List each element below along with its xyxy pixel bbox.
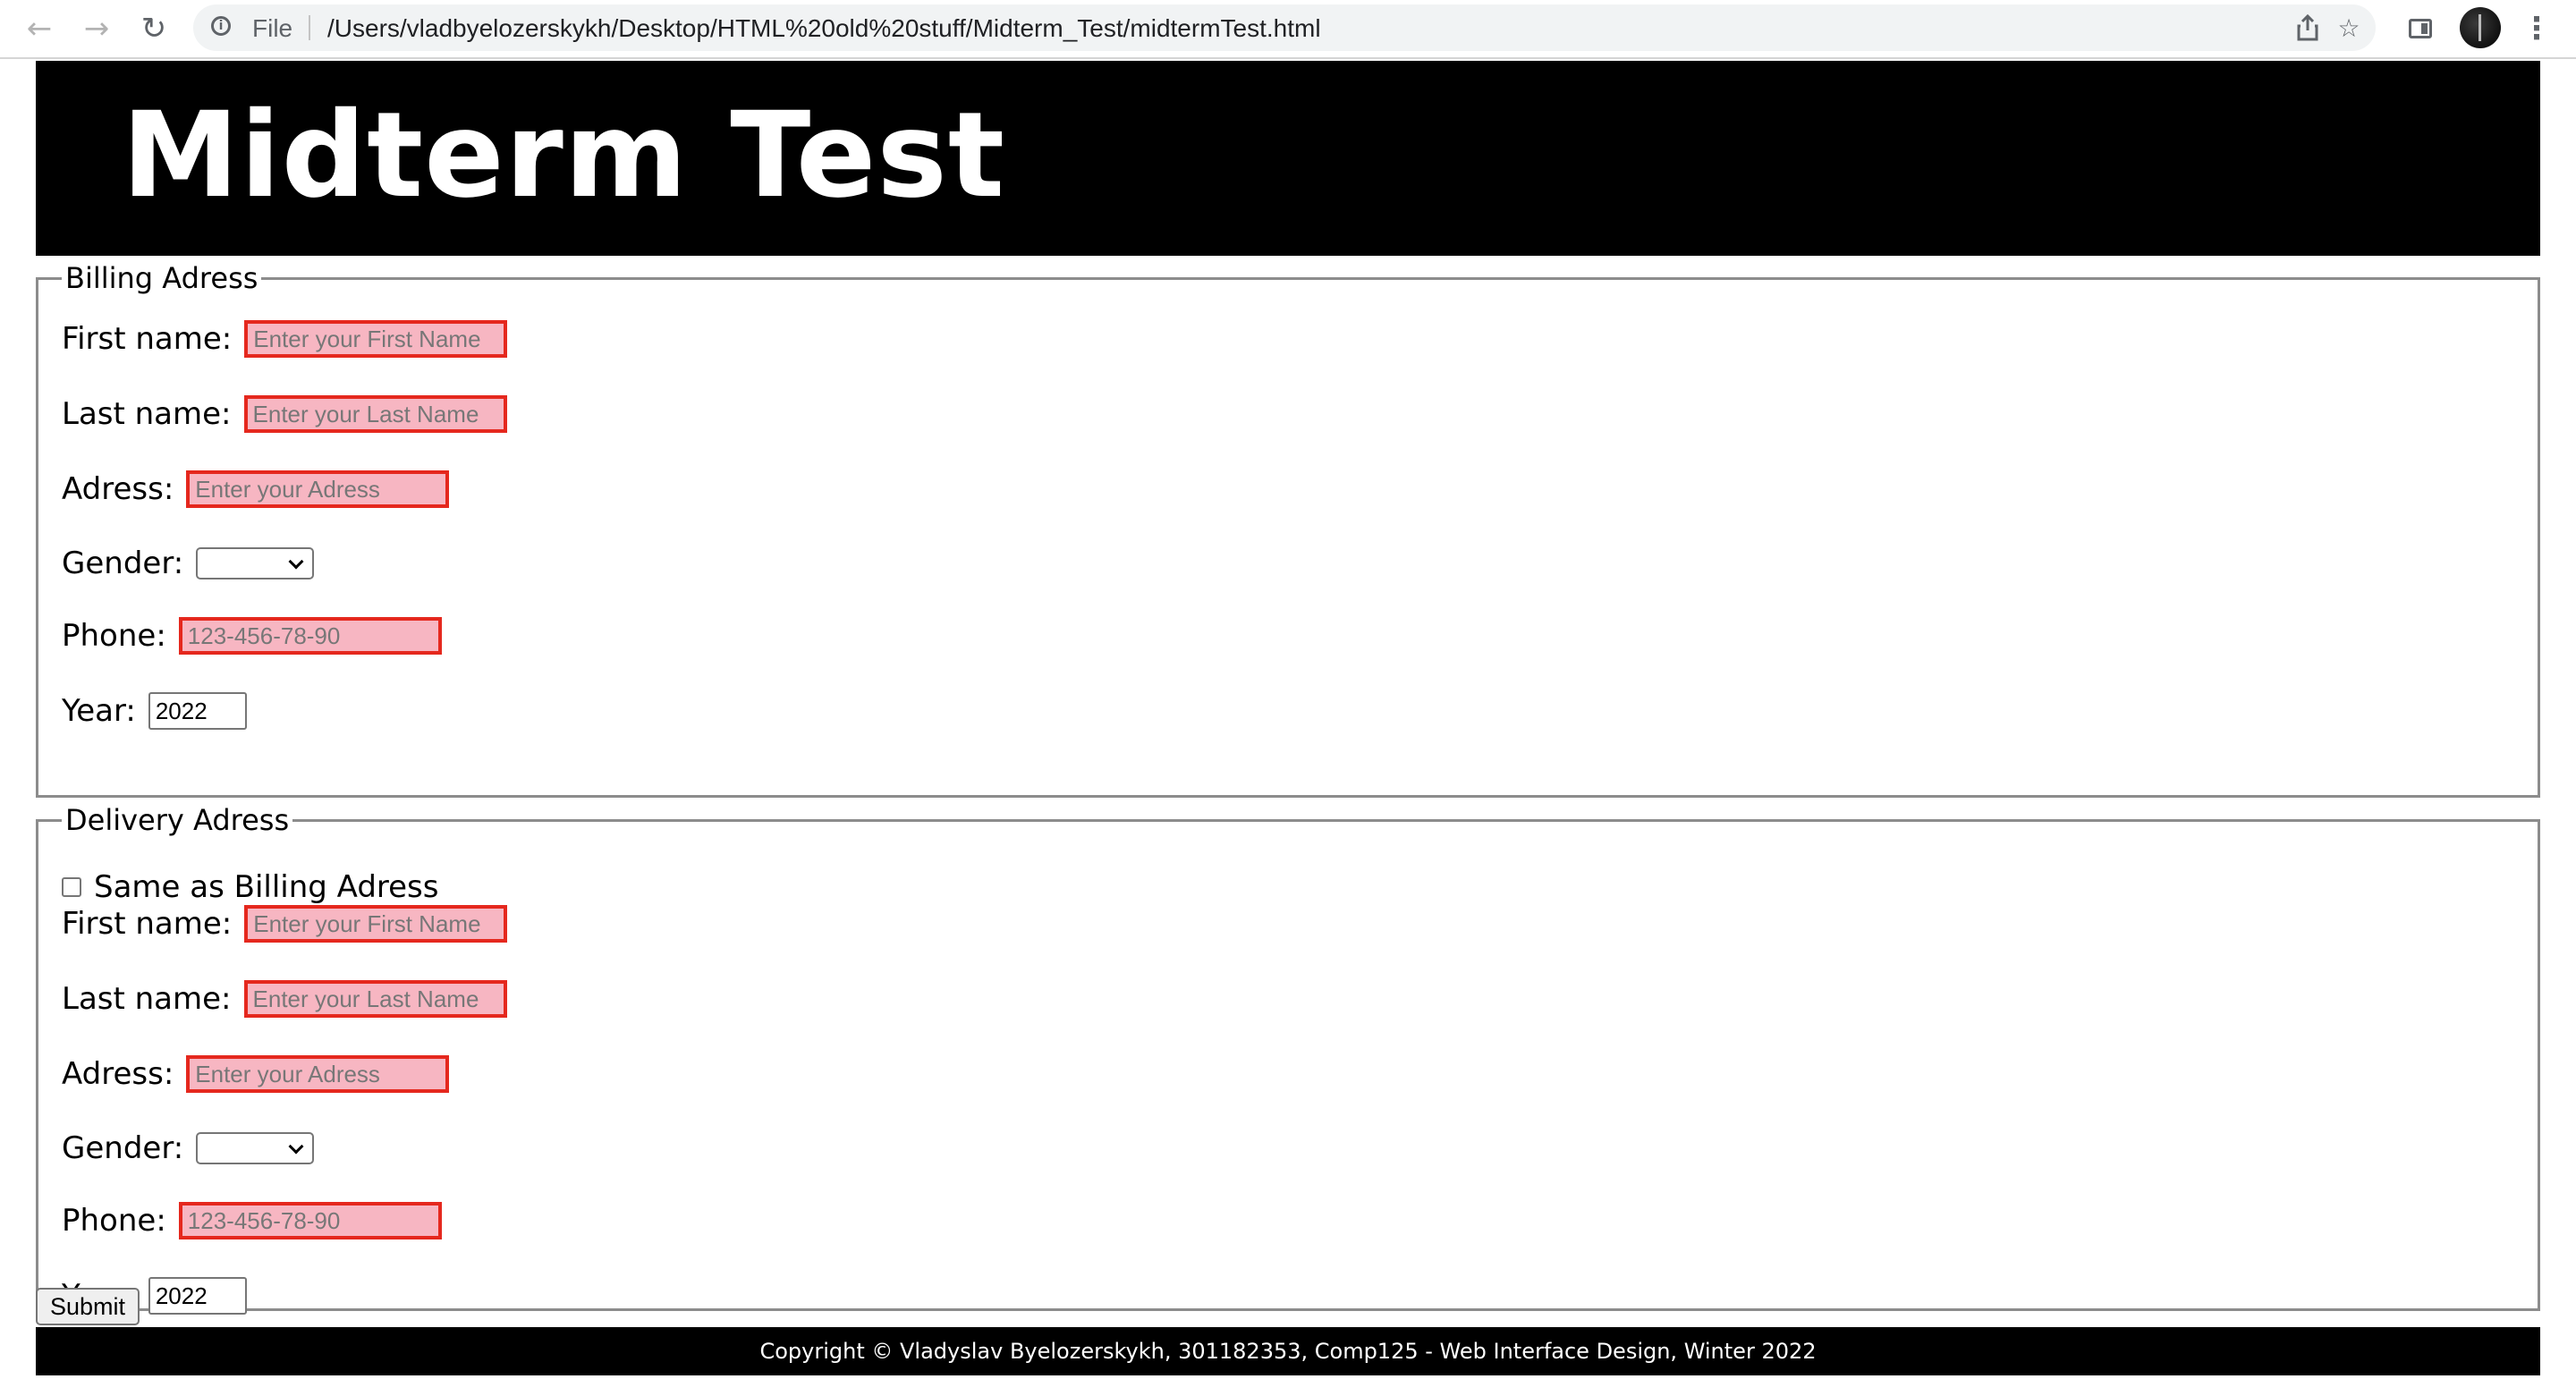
address-bar[interactable]: i File /Users/vladbyelozerskykh/Desktop/… <box>193 4 2376 51</box>
billing-gender-select[interactable] <box>196 547 315 580</box>
phone-label: Phone: <box>62 618 166 654</box>
reload-icon: ↻ <box>140 11 167 47</box>
delivery-phone-row: Phone: <box>62 1202 442 1239</box>
billing-first-name-input[interactable] <box>244 320 508 358</box>
forward-button[interactable]: → <box>75 7 118 50</box>
billing-year-row: Year: <box>62 692 247 730</box>
last-name-label: Last name: <box>62 396 232 432</box>
arrow-left-icon: ← <box>26 11 53 47</box>
footer-copyright: Copyright © Vladyslav Byelozerskykh, 301… <box>759 1339 1817 1364</box>
menu-kebab-icon[interactable]: ⋮ <box>2515 7 2558 50</box>
back-button[interactable]: ← <box>18 7 61 50</box>
first-name-label: First name: <box>62 906 233 942</box>
delivery-gender-select[interactable] <box>196 1132 315 1164</box>
delivery-fieldset: Delivery Adress Same as Billing Adress F… <box>36 803 2540 1315</box>
billing-year-input[interactable] <box>148 692 247 730</box>
billing-fieldset: Billing Adress First name: Last name: Ad… <box>36 261 2540 798</box>
billing-first-name-row: First name: <box>62 320 508 358</box>
first-name-label: First name: <box>62 321 233 357</box>
delivery-gender-row: Gender: <box>62 1130 315 1166</box>
delivery-legend: Delivery Adress <box>65 803 290 837</box>
page-header: Midterm Test <box>36 61 2540 256</box>
billing-last-name-input[interactable] <box>243 395 507 433</box>
page-footer: Copyright © Vladyslav Byelozerskykh, 301… <box>36 1327 2540 1375</box>
page-title: Midterm Test <box>122 87 1006 224</box>
address-separator <box>309 15 310 40</box>
billing-last-name-row: Last name: <box>62 395 507 433</box>
billing-address-row: Adress: <box>62 470 450 508</box>
address-label: Adress: <box>62 1056 174 1092</box>
billing-address-input[interactable] <box>186 470 450 508</box>
gender-label: Gender: <box>62 546 184 581</box>
delivery-last-name-row: Last name: <box>62 980 507 1018</box>
billing-phone-row: Phone: <box>62 617 442 655</box>
arrow-right-icon: → <box>83 11 110 47</box>
same-as-billing-checkbox[interactable] <box>62 877 81 897</box>
delivery-year-input[interactable] <box>148 1277 247 1315</box>
info-icon[interactable]: i <box>211 16 231 36</box>
same-as-billing-label[interactable]: Same as Billing Adress <box>94 869 439 905</box>
billing-gender-row: Gender: <box>62 546 315 581</box>
gender-label: Gender: <box>62 1130 184 1166</box>
delivery-address-input[interactable] <box>186 1055 450 1093</box>
same-as-billing-row: Same as Billing Adress <box>62 869 439 905</box>
side-panel-icon <box>2409 19 2432 38</box>
delivery-first-name-row: First name: <box>62 905 508 943</box>
share-icon[interactable] <box>2290 10 2326 46</box>
year-label: Year: <box>62 693 136 729</box>
browser-toolbar: ← → ↻ i File /Users/vladbyelozerskykh/De… <box>0 0 2576 59</box>
reload-button[interactable]: ↻ <box>132 7 175 50</box>
bookmark-star-icon[interactable]: ☆ <box>2331 10 2367 46</box>
scheme-label: File <box>252 14 293 42</box>
url-text[interactable]: /Users/vladbyelozerskykh/Desktop/HTML%20… <box>327 14 1321 43</box>
submit-button[interactable]: Submit <box>36 1288 140 1325</box>
delivery-last-name-input[interactable] <box>243 980 507 1018</box>
delivery-first-name-input[interactable] <box>244 905 508 943</box>
billing-legend: Billing Adress <box>65 261 258 295</box>
side-panel-button[interactable] <box>2399 7 2442 50</box>
delivery-address-row: Adress: <box>62 1055 450 1093</box>
profile-avatar[interactable] <box>2460 7 2501 48</box>
phone-label: Phone: <box>62 1203 166 1239</box>
address-label: Adress: <box>62 471 174 507</box>
delivery-phone-input[interactable] <box>178 1202 442 1239</box>
last-name-label: Last name: <box>62 981 232 1017</box>
billing-phone-input[interactable] <box>178 617 442 655</box>
